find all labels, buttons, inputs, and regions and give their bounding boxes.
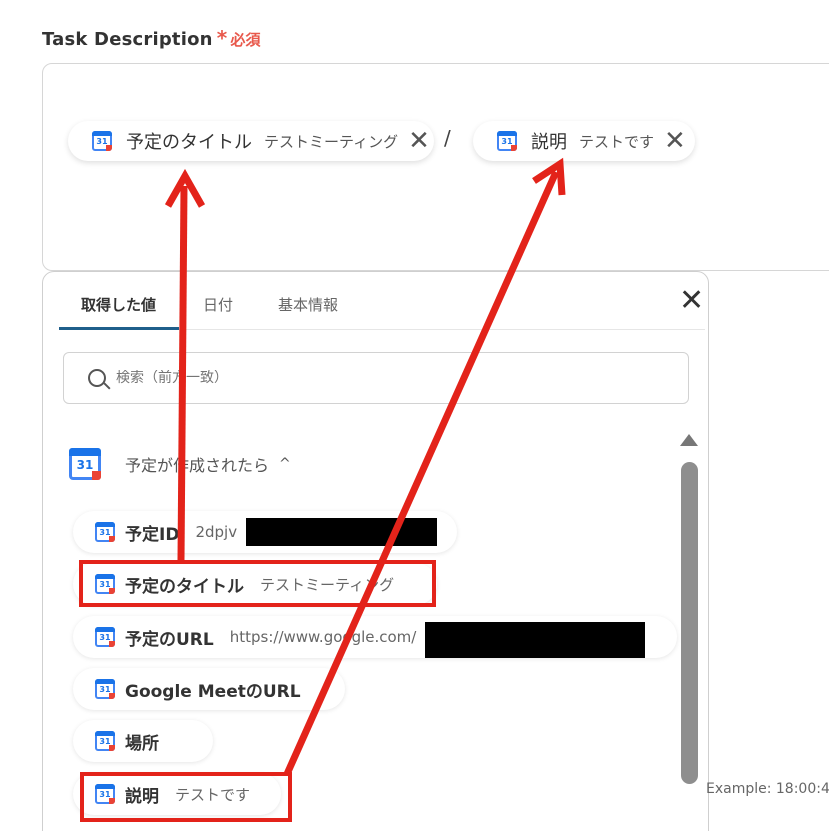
- value-picker-panel: 取得した値 日付 基本情報 ✕ 31 予定が作成されたら ^ 31 予定ID 2…: [42, 271, 709, 831]
- google-calendar-icon: 31: [95, 679, 115, 699]
- tab-date[interactable]: 日付: [203, 294, 233, 315]
- separator: /: [444, 126, 451, 150]
- example-hint: Example: 18:00:4: [706, 781, 829, 797]
- item-value: 2dpjv: [195, 523, 238, 541]
- tab-retrieved-values[interactable]: 取得した値: [81, 294, 156, 315]
- chevron-up-icon[interactable]: ^: [279, 456, 291, 472]
- task-description-input[interactable]: [42, 63, 829, 271]
- chip-description[interactable]: 31 説明 テストです ✕: [473, 121, 695, 161]
- search-field[interactable]: [63, 352, 689, 404]
- required-text: 必須: [230, 31, 261, 49]
- chip-value: テストミーティング: [264, 132, 399, 151]
- section-header[interactable]: 31 予定が作成されたら ^: [69, 448, 291, 480]
- redaction-bar: [425, 622, 645, 658]
- tab-basic-info[interactable]: 基本情報: [278, 294, 338, 315]
- google-calendar-icon: 31: [95, 731, 115, 751]
- chip-event-title[interactable]: 31 予定のタイトル テストミーティング ✕: [68, 121, 434, 161]
- highlight-box-description: [80, 772, 292, 822]
- item-label: Google MeetのURL: [125, 681, 301, 702]
- scroll-up-arrow[interactable]: [680, 434, 698, 446]
- google-calendar-icon: 31: [95, 627, 115, 647]
- chip-value: テストです: [579, 132, 655, 151]
- google-calendar-icon: 31: [92, 131, 112, 151]
- active-tab-indicator: [59, 327, 179, 330]
- item-label: 予定ID: [125, 524, 180, 545]
- highlight-box-title: [79, 560, 436, 607]
- item-label: 予定のURL: [125, 629, 214, 650]
- google-calendar-icon: 31: [95, 522, 115, 542]
- field-label: Task Description * 必須: [42, 26, 261, 50]
- chip-label: 説明: [531, 132, 567, 153]
- redaction-bar: [246, 518, 437, 546]
- item-label: 場所: [125, 733, 159, 754]
- scrollbar-thumb[interactable]: [681, 462, 698, 784]
- close-icon[interactable]: ✕: [679, 286, 704, 316]
- tab-bar: 取得した値 日付 基本情報 ✕: [59, 272, 705, 330]
- field-label-text: Task Description: [42, 29, 213, 50]
- google-calendar-icon: 31: [497, 131, 517, 151]
- list-item-location[interactable]: 31 場所: [73, 720, 213, 762]
- chip-label: 予定のタイトル: [126, 132, 252, 153]
- required-star: *: [216, 26, 228, 50]
- remove-icon[interactable]: ✕: [664, 128, 686, 154]
- remove-icon[interactable]: ✕: [408, 128, 430, 154]
- section-title: 予定が作成されたら: [125, 456, 270, 475]
- search-input[interactable]: [116, 370, 616, 386]
- google-calendar-icon: 31: [69, 448, 101, 480]
- item-value: https://www.google.com/: [229, 628, 417, 646]
- search-icon: [88, 369, 106, 387]
- list-item-meet-url[interactable]: 31 Google MeetのURL: [73, 668, 345, 710]
